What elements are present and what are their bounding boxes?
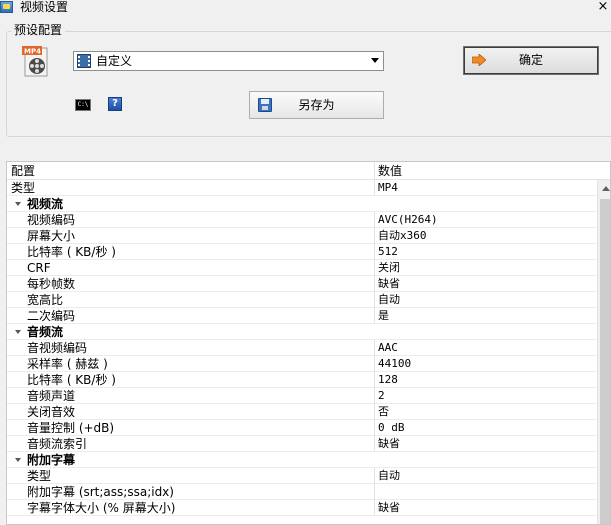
property-name: 比特率 ( KB/秒 ) xyxy=(7,372,374,388)
property-name: 类型 xyxy=(7,180,374,196)
table-row[interactable]: 屏幕大小 自动x360 xyxy=(7,228,597,244)
collapse-triangle-icon[interactable] xyxy=(15,202,21,206)
category-row[interactable]: 附加字幕 xyxy=(7,452,597,468)
property-name: 比特率 ( KB/秒 ) xyxy=(7,244,374,260)
table-row[interactable]: 关闭音效否 xyxy=(7,404,597,420)
confirm-button[interactable]: 确定 xyxy=(463,46,599,75)
category-row[interactable]: 视频流 xyxy=(7,196,597,212)
property-value[interactable]: 自动 xyxy=(374,292,597,308)
film-icon xyxy=(77,54,91,68)
chevron-down-icon xyxy=(371,58,379,63)
command-prompt-icon[interactable]: C:\ xyxy=(75,99,91,111)
column-header-name[interactable]: 配置 xyxy=(11,163,35,179)
table-row[interactable]: 视频编码 AVC(H264) xyxy=(7,212,597,228)
collapse-triangle-icon[interactable] xyxy=(15,458,21,462)
category-name: 音频流 xyxy=(7,324,374,340)
table-row[interactable]: 音频流索引 缺省 xyxy=(7,436,597,452)
property-grid: 配置 数值 类型 MP4 视频流 视频编码 AVC(H264) 屏幕大小 自动x360 比特率… xyxy=(6,161,611,525)
table-row[interactable]: 比特率 ( KB/秒 ) 128 xyxy=(7,372,597,388)
column-header-value[interactable]: 数值 xyxy=(378,163,402,179)
property-name: 屏幕大小 xyxy=(7,228,374,244)
table-row[interactable]: 附加字幕 (srt;ass;ssa;idx) xyxy=(7,484,597,500)
preset-selected-value: 自定义 xyxy=(96,54,133,68)
category-row[interactable]: 音频流 xyxy=(7,324,597,340)
property-value[interactable]: 是 xyxy=(374,308,597,324)
property-value[interactable]: 缺省 xyxy=(374,276,597,292)
table-row[interactable]: 采样率 ( 赫兹 ) 44100 xyxy=(7,356,597,372)
table-row[interactable]: 二次编码是 xyxy=(7,308,597,324)
property-name: 音频流索引 xyxy=(7,436,374,452)
scroll-thumb[interactable] xyxy=(600,199,610,524)
property-value[interactable]: 缺省 xyxy=(374,500,597,516)
table-row[interactable]: 音量控制 (+dB) 0 dB xyxy=(7,420,597,436)
property-value[interactable]: AAC xyxy=(374,340,597,356)
property-name: 二次编码 xyxy=(7,308,374,324)
table-row[interactable]: 宽高比 自动 xyxy=(7,292,597,308)
title-bar: 视频设置 × xyxy=(0,0,611,16)
category-name: 附加字幕 xyxy=(7,452,374,468)
collapse-triangle-icon[interactable] xyxy=(15,330,21,334)
grid-header: 配置 数值 xyxy=(7,162,610,180)
property-value xyxy=(374,452,597,468)
property-value[interactable]: AVC(H264) xyxy=(374,212,597,228)
property-name: 每秒帧数 xyxy=(7,276,374,292)
table-row[interactable]: 比特率 ( KB/秒 ) 512 xyxy=(7,244,597,260)
property-name: 字幕字体大小 (% 屏幕大小) xyxy=(7,500,374,516)
property-name: 类型 xyxy=(7,468,374,484)
property-name: 关闭音效 xyxy=(7,404,374,420)
property-value[interactable]: MP4 xyxy=(374,180,597,196)
property-value xyxy=(374,196,597,212)
property-name: 采样率 ( 赫兹 ) xyxy=(7,356,374,372)
property-value[interactable]: 缺省 xyxy=(374,436,597,452)
property-name: CRF xyxy=(7,260,374,276)
property-value xyxy=(374,324,597,340)
table-row[interactable]: 每秒帧数 缺省 xyxy=(7,276,597,292)
table-row[interactable]: CRF 关闭 xyxy=(7,260,597,276)
table-row[interactable]: 音频声道 2 xyxy=(7,388,597,404)
property-name: 音量控制 (+dB) xyxy=(7,420,374,436)
table-row[interactable]: 类型 自动 xyxy=(7,468,597,484)
window-title: 视频设置 xyxy=(20,0,69,14)
preset-group-label: 预设配置 xyxy=(11,22,66,38)
help-icon[interactable]: ? xyxy=(108,97,122,111)
grid-rows: 类型 MP4 视频流 视频编码 AVC(H264) 屏幕大小 自动x360 比特率 ( KB/… xyxy=(7,180,597,516)
table-row[interactable]: 字幕字体大小 (% 屏幕大小) 缺省 xyxy=(7,500,597,516)
property-value[interactable]: 自动 xyxy=(374,468,597,484)
property-value[interactable]: 否 xyxy=(374,404,597,420)
property-value[interactable]: 128 xyxy=(374,372,597,388)
category-name: 视频流 xyxy=(7,196,374,212)
confirm-button-label: 确定 xyxy=(518,53,543,67)
property-name: 视频编码 xyxy=(7,212,374,228)
vertical-scrollbar[interactable] xyxy=(597,180,610,524)
close-icon[interactable]: × xyxy=(597,0,609,14)
mp4-film-reel-icon: MP4 xyxy=(22,46,48,77)
save-as-button[interactable]: 另存为 xyxy=(249,91,384,119)
property-value[interactable]: 512 xyxy=(374,244,597,260)
column-divider[interactable] xyxy=(374,162,375,180)
property-value[interactable]: 自动x360 xyxy=(374,228,597,244)
property-name: 附加字幕 (srt;ass;ssa;idx) xyxy=(7,484,374,500)
scroll-up-icon[interactable] xyxy=(598,180,610,197)
property-name: 音视频编码 xyxy=(7,340,374,356)
property-name: 宽高比 xyxy=(7,292,374,308)
save-as-button-label: 另存为 xyxy=(298,98,335,112)
table-row[interactable]: 音视频编码 AAC xyxy=(7,340,597,356)
svg-text:MP4: MP4 xyxy=(24,48,41,56)
app-icon xyxy=(0,1,13,13)
property-value[interactable] xyxy=(374,484,597,500)
property-value[interactable]: 2 xyxy=(374,388,597,404)
table-row[interactable]: 类型 MP4 xyxy=(7,180,597,196)
property-value[interactable]: 关闭 xyxy=(374,260,597,276)
property-value[interactable]: 0 dB xyxy=(374,420,597,436)
property-name: 音频声道 xyxy=(7,388,374,404)
property-value[interactable]: 44100 xyxy=(374,356,597,372)
preset-dropdown[interactable]: 自定义 xyxy=(73,51,384,71)
